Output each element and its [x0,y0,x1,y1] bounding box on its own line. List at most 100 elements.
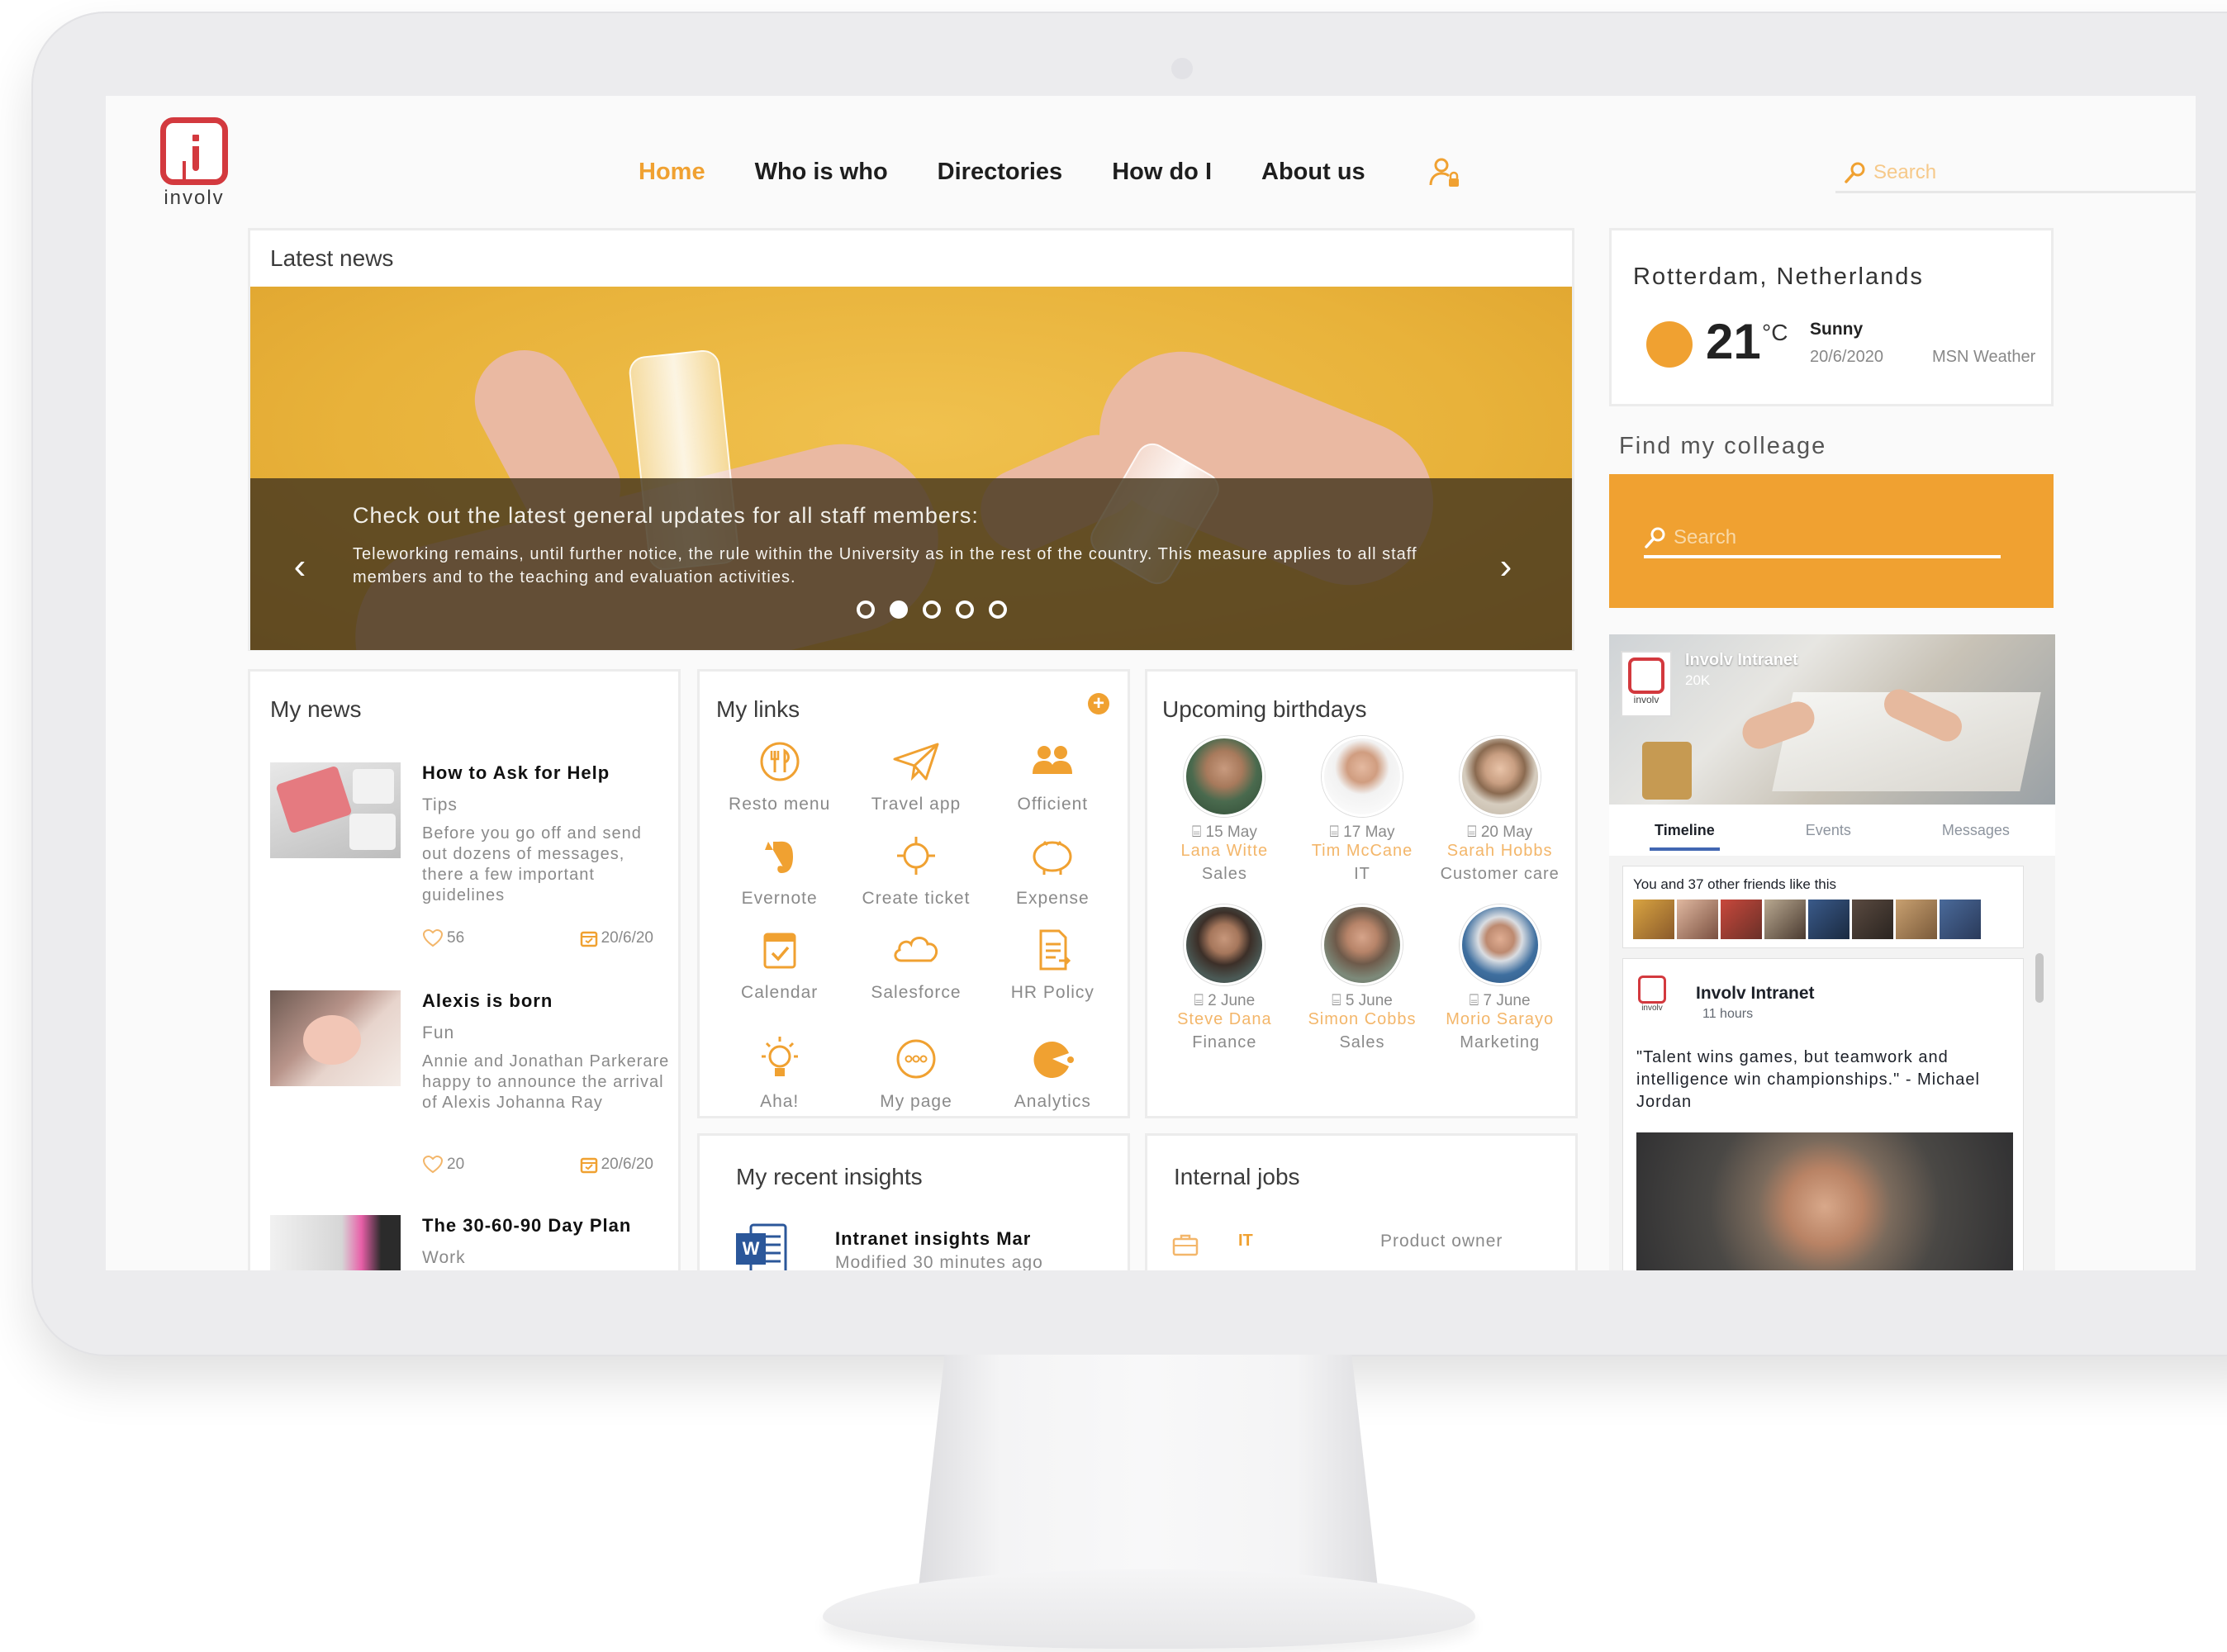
plus-circle-icon[interactable]: + [1088,693,1109,714]
word-document-icon[interactable]: W [736,1223,787,1270]
carousel-dot[interactable] [923,601,941,619]
birthday-name[interactable]: Tim McCane [1294,842,1432,861]
link-label: Create ticket [862,889,971,908]
birthday-name[interactable]: Lana Witte [1156,842,1294,861]
heart-icon [422,929,444,947]
link-label: Travel app [871,795,962,814]
link-calendar[interactable]: Calendar [711,926,848,1009]
next-slide-button[interactable]: › [1489,546,1522,587]
intranet-screen: involv Home Who is who Directories How d… [106,96,2196,1270]
insight-modified: Modified 30 minutes ago [835,1253,1043,1270]
facebook-page-name[interactable]: Involv Intranet [1685,651,1798,670]
link-my-page[interactable]: My page [848,1020,984,1118]
birthday-name[interactable]: Sarah Hobbs [1431,842,1569,861]
weather-source[interactable]: MSN Weather [1932,348,2035,367]
post-author-logo[interactable]: involv [1635,976,1669,1018]
restaurant-icon [760,742,800,781]
weather-panel: Rotterdam, Netherlands 21 °C Sunny 20/6/… [1609,228,2054,406]
birthday-date: ⌸ 20 May [1467,824,1533,841]
nav-how-do-i[interactable]: How do I [1112,159,1212,186]
birthday-card[interactable]: ⌸ 2 June Steve Dana Finance [1156,904,1294,1053]
user-lock-icon[interactable] [1428,155,1461,188]
birthday-name[interactable]: Steve Dana [1156,1010,1294,1029]
carousel-dot[interactable] [857,601,875,619]
carousel-dot[interactable] [989,601,1007,619]
link-officient[interactable]: Officient [985,738,1121,820]
birthday-date: ⌸ 5 June [1332,992,1393,1009]
post-time[interactable]: 11 hours [1702,1007,1753,1022]
facebook-page-logo[interactable]: involv [1621,651,1672,717]
colleague-search-placeholder: Search [1674,526,1737,548]
birthday-name[interactable]: Morio Sarayo [1431,1010,1569,1029]
top-search-input[interactable]: Search [1835,154,2196,193]
news-item[interactable]: How to Ask for Help Tips Before you go o… [270,762,667,969]
news-thumbnail-plan [270,1215,401,1270]
colleague-search-input[interactable]: Search [1644,520,2001,558]
svg-text:W: W [743,1238,760,1259]
friends-list [1633,900,1981,939]
link-aha[interactable]: Aha! [711,1020,848,1118]
birthday-card[interactable]: ⌸ 5 June Simon Cobbs Sales [1294,904,1432,1053]
temperature-unit: °C [1762,320,1788,345]
birthday-date: ⌸ 7 June [1469,992,1531,1009]
carousel-dot[interactable] [956,601,974,619]
carousel-dot-active[interactable] [890,601,908,619]
link-label: Analytics [1014,1092,1091,1111]
likes-counter[interactable]: 56 [422,929,464,947]
facebook-widget: involv Involv Intranet 20K Timeline Even… [1609,634,2055,1270]
tab-events[interactable]: Events [1806,822,1851,839]
link-label: Calendar [741,983,819,1002]
nav-about-us[interactable]: About us [1261,159,1365,186]
news-item-title: How to Ask for Help [422,762,610,783]
latest-news-title: Latest news [270,245,394,271]
friend-avatar[interactable] [1633,900,1674,939]
friend-avatar[interactable] [1852,900,1893,939]
birthday-card[interactable]: ⌸ 7 June Morio Sarayo Marketing [1431,904,1569,1053]
link-expense[interactable]: Expense [985,832,1121,914]
news-carousel[interactable]: ‹ Check out the latest general updates f… [250,287,1572,650]
nav-home[interactable]: Home [639,159,705,186]
link-label: My page [880,1092,952,1111]
nav-directories[interactable]: Directories [938,159,1063,186]
link-evernote[interactable]: Evernote [711,832,848,914]
birthday-card[interactable]: ⌸ 17 May Tim McCane IT [1294,736,1432,885]
birthday-name[interactable]: Simon Cobbs [1294,1010,1432,1029]
friend-avatar[interactable] [1808,900,1850,939]
birthday-card[interactable]: ⌸ 20 May Sarah Hobbs Customer care [1431,736,1569,885]
prev-slide-button[interactable]: ‹ [283,546,316,587]
likes-counter[interactable]: 20 [422,1156,464,1174]
post-author[interactable]: Involv Intranet [1696,984,1815,1004]
birthday-date-value: 15 May [1205,824,1257,841]
friend-avatar[interactable] [1940,900,1981,939]
post-image-teamwork[interactable] [1636,1132,2013,1270]
search-icon [1645,527,1665,548]
avatar [1459,736,1541,817]
friend-avatar[interactable] [1721,900,1762,939]
link-hr-policy[interactable]: HR Policy [985,926,1121,1009]
link-analytics[interactable]: Analytics [985,1020,1121,1118]
tab-timeline[interactable]: Timeline [1650,822,1720,851]
latest-news-panel: Latest news ‹ Check out the latest gener… [248,228,1574,651]
nav-who-is-who[interactable]: Who is who [755,159,888,186]
involv-logo[interactable]: involv [157,117,231,210]
logo-mark [160,117,228,185]
carousel-dots [857,601,1007,619]
birthday-card[interactable]: ⌸ 15 May Lana Witte Sales [1156,736,1294,885]
link-salesforce[interactable]: Salesforce [848,926,984,1009]
friend-avatar[interactable] [1896,900,1937,939]
birthday-date-value: 17 May [1343,824,1395,841]
insight-title[interactable]: Intranet insights Mar [835,1228,1031,1250]
lightbulb-icon [761,1037,798,1076]
news-item[interactable]: The 30-60-90 Day Plan Work [270,1215,667,1270]
link-resto-menu[interactable]: Resto menu [711,738,848,820]
friend-avatar[interactable] [1764,900,1806,939]
links-grid: Resto menu Travel app Officient Evernote… [711,738,1121,1118]
birthday-dept: Sales [1201,865,1247,883]
link-travel-app[interactable]: Travel app [848,738,984,820]
scrollbar[interactable] [2035,953,2044,1003]
job-title[interactable]: Product owner [1380,1232,1503,1251]
news-item[interactable]: Alexis is born Fun Annie and Jonathan Pa… [270,990,668,1197]
tab-messages[interactable]: Messages [1942,822,2010,839]
link-create-ticket[interactable]: Create ticket [848,832,984,914]
friend-avatar[interactable] [1677,900,1718,939]
